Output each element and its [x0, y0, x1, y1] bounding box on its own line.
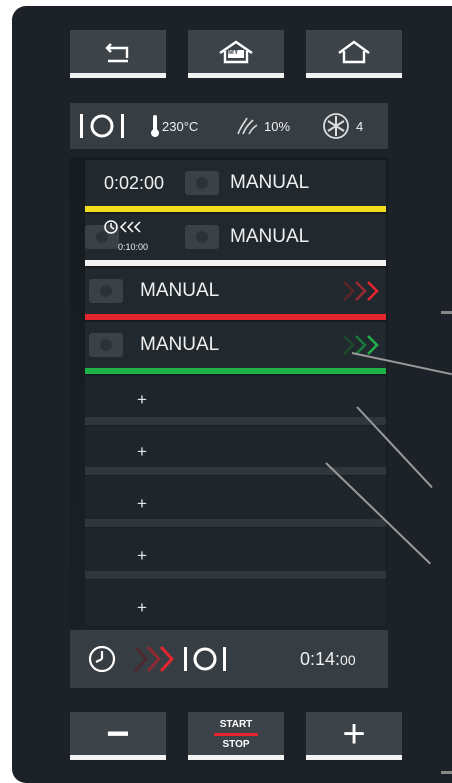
- home-button[interactable]: [306, 30, 402, 78]
- start-stop-button[interactable]: START STOP: [188, 712, 284, 760]
- progress-chevrons-icon: [132, 644, 178, 679]
- callout-tick: [441, 311, 452, 314]
- plate-cutlery-icon: [78, 111, 128, 141]
- step-row-1[interactable]: 0:02:00 MANUAL: [85, 160, 386, 206]
- add-step-slot-5[interactable]: [85, 580, 386, 626]
- my-home-button[interactable]: MY: [188, 30, 284, 78]
- temperature-value: 230°C: [162, 119, 199, 134]
- slot-divider: [85, 519, 386, 527]
- timer-icon: [88, 645, 116, 678]
- start-stop-divider: [214, 733, 258, 736]
- add-step-slot-4[interactable]: [85, 528, 386, 574]
- humidity-value: 10%: [264, 119, 291, 134]
- thermometer-icon: [150, 114, 160, 138]
- step-time: 0:02:00: [104, 172, 165, 193]
- total-time-seconds: 00: [340, 652, 356, 668]
- step-label: MANUAL: [140, 334, 220, 355]
- delay-time: 0:10:00: [118, 242, 149, 252]
- step-label: MANUAL: [230, 172, 310, 193]
- camera-icon: [185, 225, 219, 249]
- fan-speed-value: 4: [356, 119, 364, 134]
- step-row-2[interactable]: 0:10:00 MANUAL: [85, 214, 386, 260]
- slot-divider: [85, 417, 386, 425]
- add-step-plus[interactable]: +: [137, 494, 147, 514]
- delay-timer-icon: [104, 219, 144, 241]
- camera-icon: [185, 171, 219, 195]
- add-step-slot-1[interactable]: [85, 376, 386, 422]
- stop-label: STOP: [222, 739, 250, 750]
- add-step-plus[interactable]: +: [137, 598, 147, 618]
- step-color-bar-red: [85, 314, 386, 320]
- total-time: 0:14:00: [300, 649, 356, 670]
- plus-button[interactable]: +: [306, 712, 402, 760]
- start-label: START: [219, 719, 253, 730]
- step-label: MANUAL: [140, 280, 220, 301]
- add-step-slot-3[interactable]: [85, 476, 386, 522]
- camera-icon: [89, 333, 123, 357]
- step-color-bar-green: [85, 368, 386, 374]
- plate-cutlery-icon: [182, 643, 230, 680]
- back-button[interactable]: [70, 30, 166, 78]
- add-step-plus[interactable]: +: [137, 442, 147, 462]
- minus-label: −: [106, 711, 130, 756]
- minus-button[interactable]: −: [70, 712, 166, 760]
- callout-tick: [441, 771, 452, 774]
- my-label: MY: [228, 49, 239, 56]
- back-arrow-icon: [105, 42, 129, 62]
- camera-icon: [89, 279, 123, 303]
- step-label: MANUAL: [230, 226, 310, 247]
- total-time-main: 0:14:: [300, 649, 341, 669]
- add-step-slot-2[interactable]: [85, 426, 386, 472]
- slot-divider: [85, 467, 386, 475]
- plus-label: +: [342, 711, 366, 756]
- step-color-bar-white: [85, 260, 386, 266]
- step-row-3[interactable]: MANUAL: [85, 268, 386, 314]
- chevrons-red-icon: [341, 280, 385, 308]
- program-summary-bar: 0:14:00: [70, 630, 388, 688]
- slot-divider: [85, 571, 386, 579]
- add-step-plus[interactable]: +: [137, 546, 147, 566]
- status-bar: 230°C 10% 4: [70, 103, 388, 149]
- fan-icon: [322, 112, 350, 140]
- step-color-bar-yellow: [85, 206, 386, 212]
- step-row-4[interactable]: MANUAL: [85, 322, 386, 368]
- recipe-step-list: 0:02:00 MANUAL 0:10:00 MANUAL MANUAL MAN…: [70, 158, 388, 628]
- add-step-plus[interactable]: +: [137, 390, 147, 410]
- home-icon: [338, 40, 370, 63]
- humidity-icon: [235, 114, 259, 138]
